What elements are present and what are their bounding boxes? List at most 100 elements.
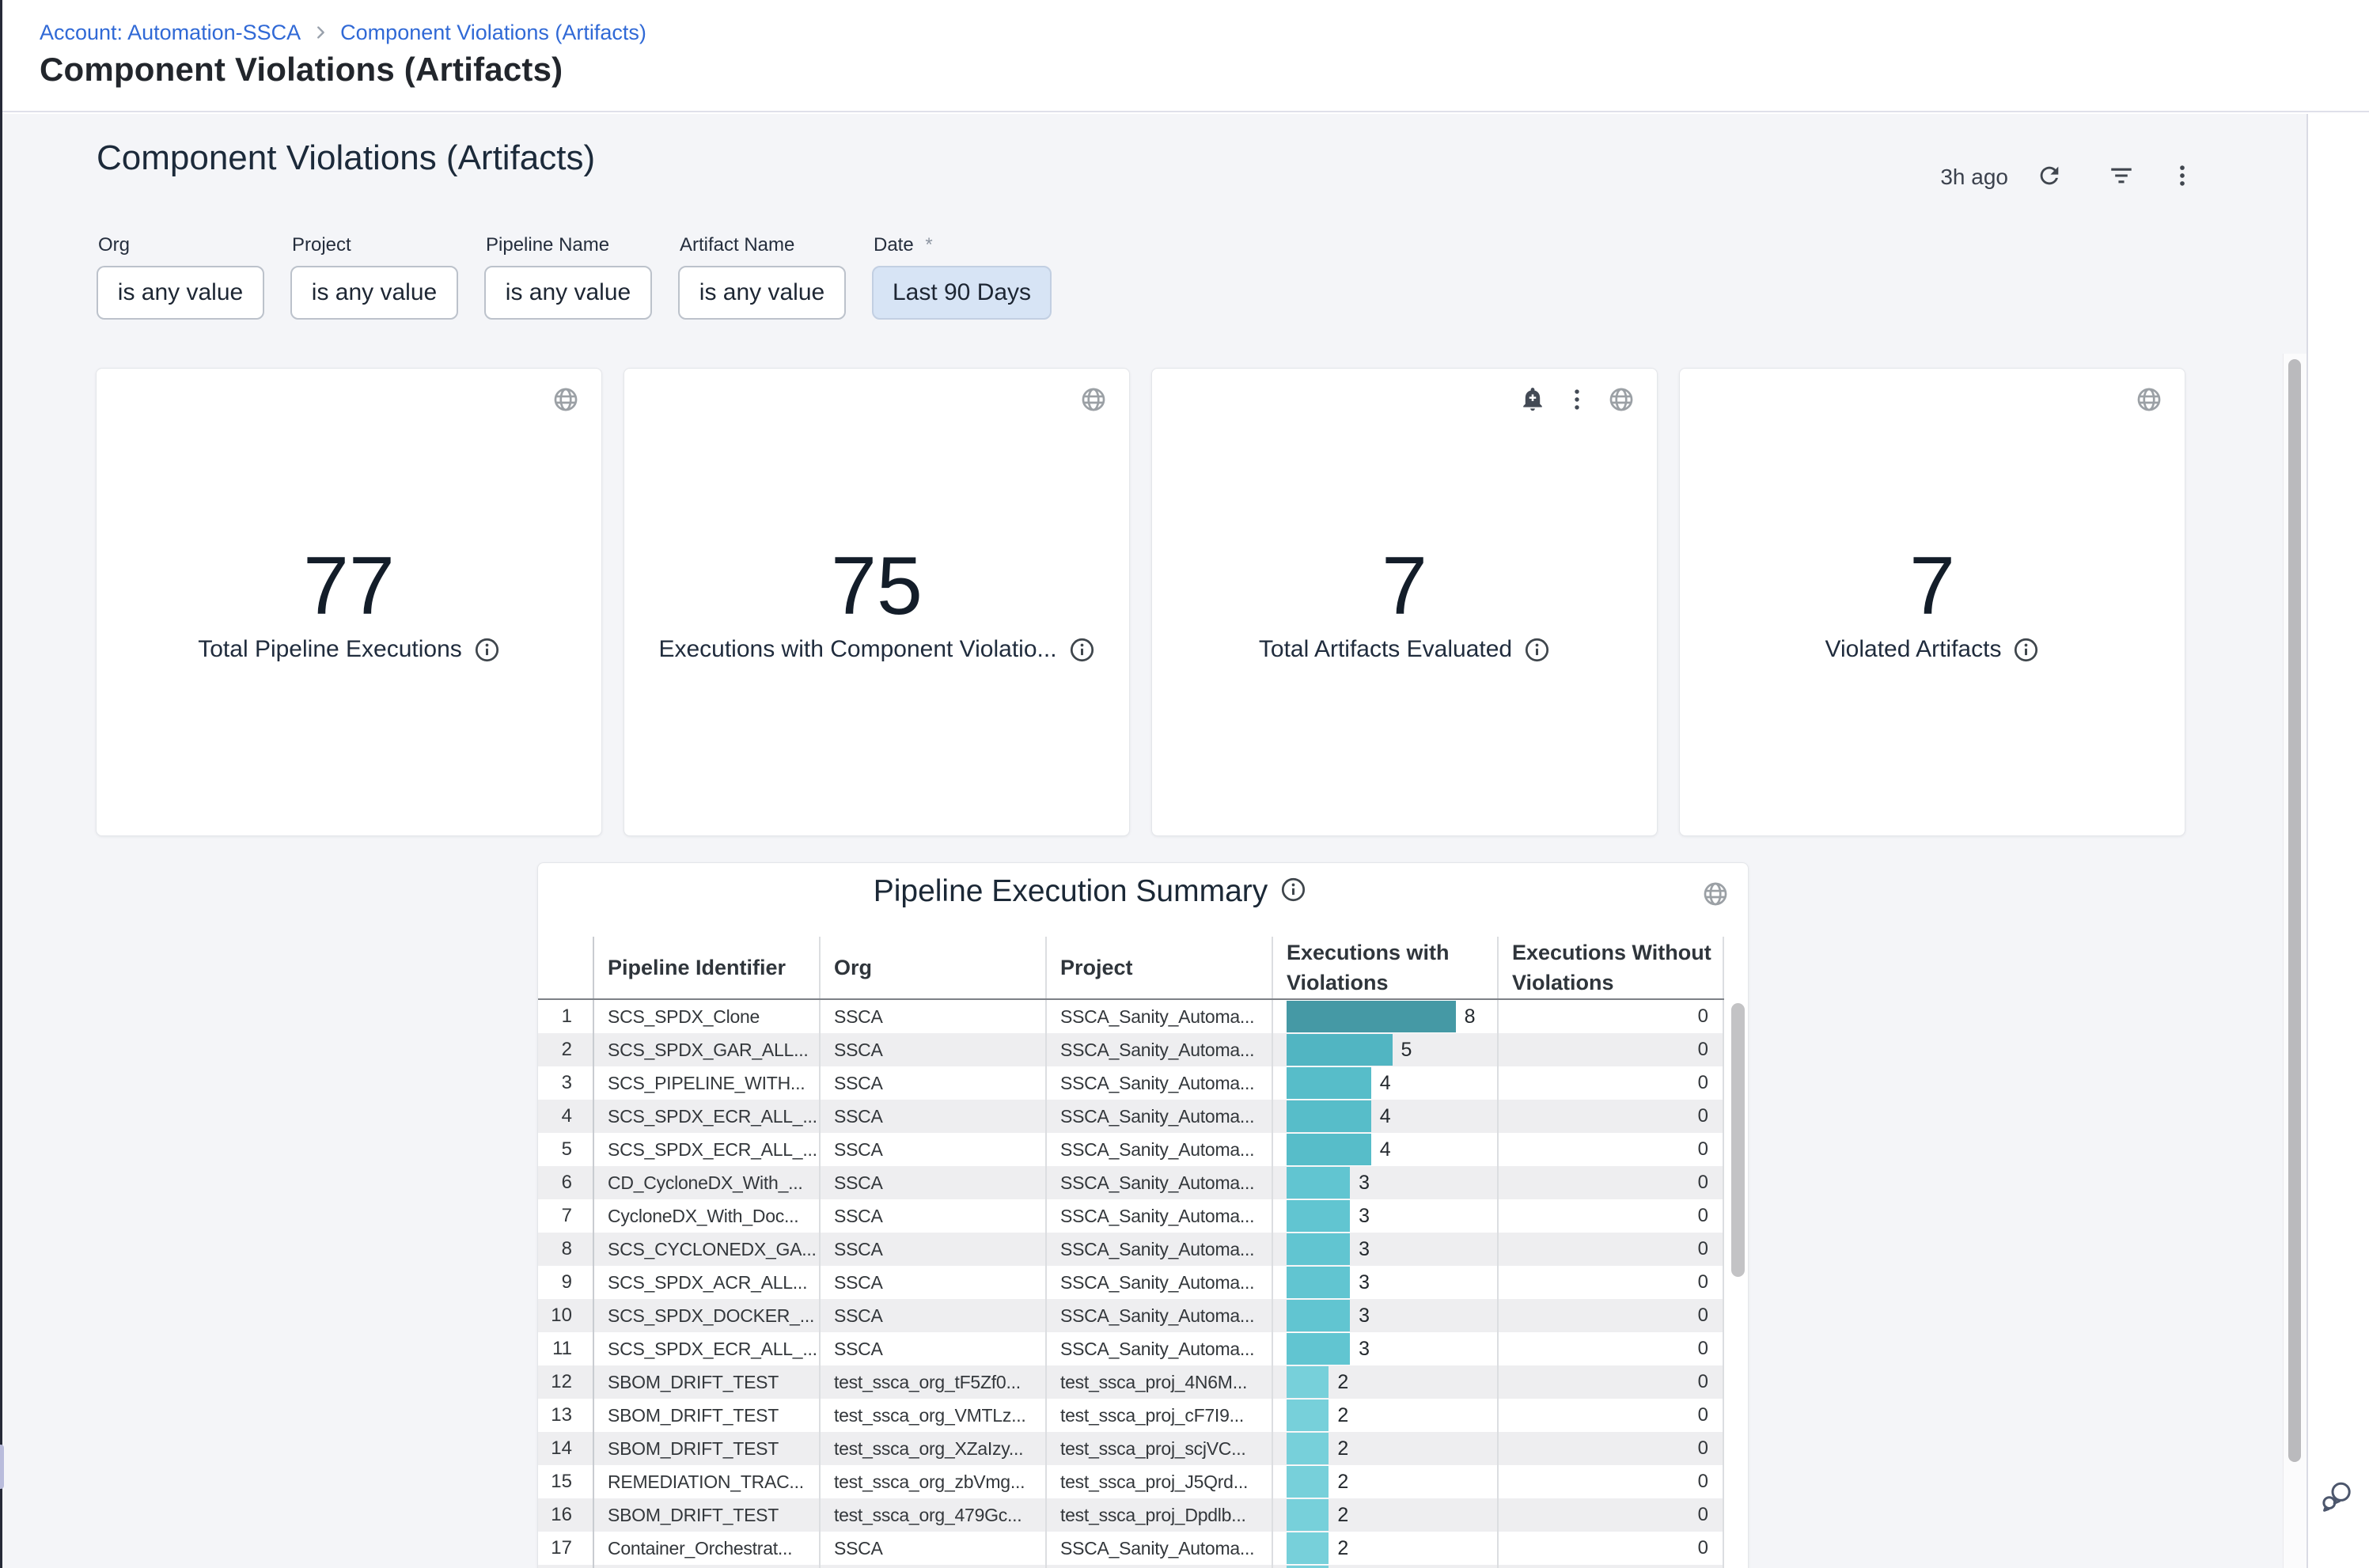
nav-scroll-thumb[interactable] bbox=[0, 1445, 4, 1489]
refresh-button[interactable] bbox=[2036, 162, 2063, 189]
filter-project: Project is any value bbox=[290, 234, 458, 320]
cell-executions-without-violations: 0 bbox=[1499, 1365, 1724, 1399]
filter-pipeline-name: Pipeline Name is any value bbox=[484, 234, 652, 320]
info-icon[interactable] bbox=[474, 637, 500, 663]
cell-row-number: 4 bbox=[538, 1100, 594, 1133]
violation-bar bbox=[1287, 1134, 1371, 1165]
cell-org: SSCA bbox=[821, 1532, 1047, 1565]
cell-pipeline-identifier: SBOM_DRIFT_TEST bbox=[594, 1498, 821, 1532]
info-icon[interactable] bbox=[2013, 637, 2039, 663]
kebab-icon bbox=[2169, 162, 2196, 189]
table-row[interactable]: 12 SBOM_DRIFT_TEST test_ssca_org_tF5Zf0.… bbox=[538, 1365, 1724, 1399]
breadcrumb-account-link[interactable]: Account: Automation-SSCA bbox=[40, 21, 301, 44]
pipeline-execution-summary-card: Pipeline Execution Summary Pipeline Iden… bbox=[537, 862, 1749, 1568]
dashboard-more-button[interactable] bbox=[2169, 162, 2196, 189]
cell-executions-without-violations bbox=[1499, 1565, 1724, 1568]
cell-row-number: 14 bbox=[538, 1432, 594, 1465]
dashboard-actions: 3h ago bbox=[2, 160, 2306, 188]
filter-value-chip[interactable]: is any value bbox=[484, 266, 652, 320]
filter-label: Pipeline Name bbox=[486, 234, 652, 256]
filter-value-chip[interactable]: is any value bbox=[290, 266, 458, 320]
cell-project: SSCA_Sanity_Automa... bbox=[1047, 1100, 1273, 1133]
column-header-pipeline[interactable]: Pipeline Identifier bbox=[594, 937, 821, 998]
dashboard-scrollbar-track[interactable] bbox=[2283, 354, 2306, 1568]
info-icon[interactable] bbox=[1524, 637, 1550, 663]
breadcrumb-page-link[interactable]: Component Violations (Artifacts) bbox=[340, 21, 646, 44]
table-row[interactable]: 17 Container_Orchestrat... SSCA SSCA_San… bbox=[538, 1532, 1724, 1565]
cell-pipeline-identifier: SCS_SPDX_GAR_ALL... bbox=[594, 1033, 821, 1066]
violation-bar bbox=[1287, 1532, 1329, 1564]
tile-content: 7 Total Artifacts Evaluated bbox=[1152, 369, 1657, 835]
violation-bar bbox=[1287, 1001, 1456, 1032]
cell-project: SSCA_Sanity_Automa... bbox=[1047, 1266, 1273, 1299]
cell-pipeline-identifier: SCS_SPDX_Clone bbox=[594, 1000, 821, 1033]
filter-value-chip[interactable]: Last 90 Days bbox=[872, 266, 1052, 320]
filter-value-chip[interactable]: is any value bbox=[678, 266, 846, 320]
cell-executions-with-violations: 3 bbox=[1273, 1299, 1499, 1332]
column-header-org[interactable]: Org bbox=[821, 937, 1047, 998]
table-row[interactable]: 13 SBOM_DRIFT_TEST test_ssca_org_VMTLz..… bbox=[538, 1399, 1724, 1432]
table-row[interactable] bbox=[538, 1565, 1724, 1568]
column-header-executions-with-violations[interactable]: Executions with Violations bbox=[1273, 937, 1499, 998]
table-row[interactable]: 15 REMEDIATION_TRAC... test_ssca_org_zbV… bbox=[538, 1465, 1724, 1498]
table-row[interactable]: 6 CD_CycloneDX_With_... SSCA SSCA_Sanity… bbox=[538, 1166, 1724, 1199]
table-row[interactable]: 16 SBOM_DRIFT_TEST test_ssca_org_479Gc..… bbox=[538, 1498, 1724, 1532]
violation-bar-value: 2 bbox=[1337, 1465, 1348, 1498]
cell-executions-without-violations: 0 bbox=[1499, 1066, 1724, 1100]
cell-row-number: 13 bbox=[538, 1399, 594, 1432]
table-body: 1 SCS_SPDX_Clone SSCA SSCA_Sanity_Automa… bbox=[538, 1000, 1724, 1568]
table-row[interactable]: 14 SBOM_DRIFT_TEST test_ssca_org_XZaIzy.… bbox=[538, 1432, 1724, 1465]
kpi-value: 75 bbox=[624, 542, 1129, 631]
filter-value-chip[interactable]: is any value bbox=[97, 266, 264, 320]
filters-toggle-button[interactable] bbox=[2108, 162, 2135, 189]
violation-bar-value: 3 bbox=[1359, 1233, 1370, 1266]
cell-org: test_ssca_org_XZaIzy... bbox=[821, 1432, 1047, 1465]
column-header-project[interactable]: Project bbox=[1047, 937, 1273, 998]
filter-label: Artifact Name bbox=[680, 234, 846, 256]
cell-executions-with-violations: 2 bbox=[1273, 1432, 1499, 1465]
violation-bar bbox=[1287, 1200, 1350, 1232]
cell-executions-without-violations: 0 bbox=[1499, 1000, 1724, 1033]
cell-row-number: 1 bbox=[538, 1000, 594, 1033]
cell-pipeline-identifier: SCS_SPDX_ECR_ALL_... bbox=[594, 1133, 821, 1166]
table-row[interactable]: 5 SCS_SPDX_ECR_ALL_... SSCA SSCA_Sanity_… bbox=[538, 1133, 1724, 1166]
table-scrollbar-thumb[interactable] bbox=[1731, 1003, 1745, 1277]
cell-executions-without-violations: 0 bbox=[1499, 1532, 1724, 1565]
cell-project: test_ssca_proj_4N6M... bbox=[1047, 1365, 1273, 1399]
cell-row-number: 2 bbox=[538, 1033, 594, 1066]
violation-bar-value: 2 bbox=[1337, 1365, 1348, 1399]
table-header: Pipeline Identifier Org Project Executio… bbox=[538, 937, 1724, 1000]
table-row[interactable]: 9 SCS_SPDX_ACR_ALL... SSCA SSCA_Sanity_A… bbox=[538, 1266, 1724, 1299]
info-icon[interactable] bbox=[1069, 637, 1095, 663]
violation-bar-value: 3 bbox=[1359, 1166, 1370, 1199]
cell-executions-without-violations: 0 bbox=[1499, 1498, 1724, 1532]
info-icon[interactable] bbox=[1280, 877, 1306, 907]
table-row[interactable]: 7 CycloneDX_With_Doc... SSCA SSCA_Sanity… bbox=[538, 1199, 1724, 1233]
cell-executions-without-violations: 0 bbox=[1499, 1199, 1724, 1233]
table-row[interactable]: 4 SCS_SPDX_ECR_ALL_... SSCA SSCA_Sanity_… bbox=[538, 1100, 1724, 1133]
table-row[interactable]: 8 SCS_CYCLONEDX_GA... SSCA SSCA_Sanity_A… bbox=[538, 1233, 1724, 1266]
cell-org: SSCA bbox=[821, 1000, 1047, 1033]
violation-bar-value: 4 bbox=[1380, 1133, 1391, 1166]
table-row[interactable]: 1 SCS_SPDX_Clone SSCA SSCA_Sanity_Automa… bbox=[538, 1000, 1724, 1033]
cell-executions-with-violations: 4 bbox=[1273, 1133, 1499, 1166]
violation-bar bbox=[1287, 1300, 1350, 1331]
dashboard-scrollbar-thumb[interactable] bbox=[2288, 359, 2301, 1462]
breadcrumb-chevron-icon bbox=[312, 24, 329, 41]
cell-row-number: 5 bbox=[538, 1133, 594, 1166]
table-row[interactable]: 10 SCS_SPDX_DOCKER_... SSCA SSCA_Sanity_… bbox=[538, 1299, 1724, 1332]
violation-bar-value: 3 bbox=[1359, 1299, 1370, 1332]
cell-row-number: 11 bbox=[538, 1332, 594, 1365]
cell-pipeline-identifier: CD_CycloneDX_With_... bbox=[594, 1166, 821, 1199]
table-row[interactable]: 3 SCS_PIPELINE_WITH... SSCA SSCA_Sanity_… bbox=[538, 1066, 1724, 1100]
violation-bar bbox=[1287, 1067, 1371, 1099]
chat-help-icon[interactable] bbox=[2318, 1479, 2356, 1517]
cell-pipeline-identifier: SBOM_DRIFT_TEST bbox=[594, 1365, 821, 1399]
violation-bar bbox=[1287, 1366, 1329, 1398]
table-row[interactable]: 11 SCS_SPDX_ECR_ALL_... SSCA SSCA_Sanity… bbox=[538, 1332, 1724, 1365]
violation-bar-value: 3 bbox=[1359, 1199, 1370, 1233]
column-header-executions-without-violations[interactable]: Executions Without Violations bbox=[1499, 937, 1724, 998]
cell-project: SSCA_Sanity_Automa... bbox=[1047, 1000, 1273, 1033]
violation-bar bbox=[1287, 1233, 1350, 1265]
table-row[interactable]: 2 SCS_SPDX_GAR_ALL... SSCA SSCA_Sanity_A… bbox=[538, 1033, 1724, 1066]
